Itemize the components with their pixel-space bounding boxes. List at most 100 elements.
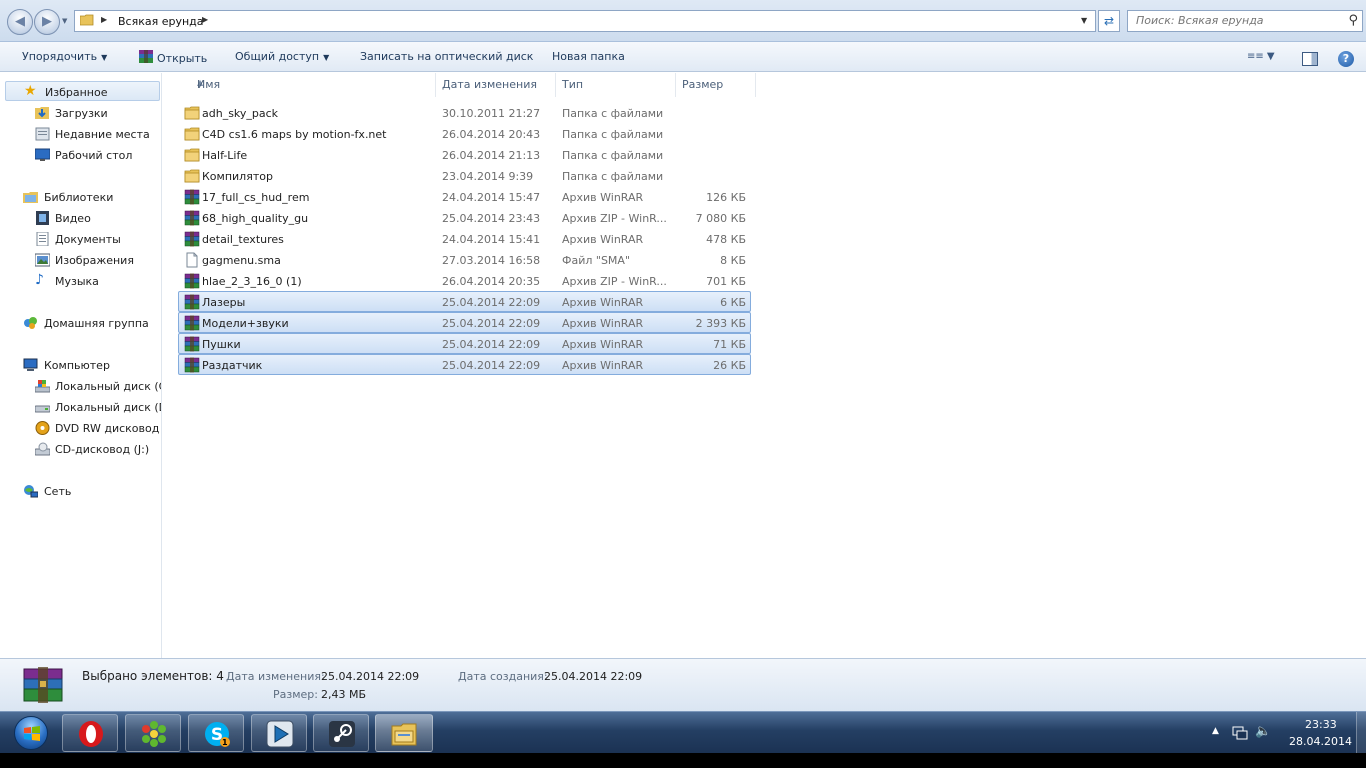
address-history-dropdown[interactable]: ▼ (1081, 16, 1087, 25)
skype-notification-badge: 1 (222, 738, 228, 747)
breadcrumb-current-folder[interactable]: Всякая ерунда (118, 15, 204, 28)
sidebar-item-computer[interactable]: Компьютер (5, 355, 161, 375)
file-row[interactable]: Half-Life 26.04.2014 21:13 Папка с файлами (178, 144, 751, 165)
file-date: 24.04.2014 15:41 (442, 233, 541, 246)
burn-button[interactable]: Записать на оптический диск (360, 50, 533, 63)
view-options-icon[interactable]: ≡≡ ▼ (1247, 51, 1281, 69)
taskbar-app-icq[interactable] (125, 714, 181, 752)
file-row[interactable]: hlae_2_3_16_0 (1) 26.04.2014 20:35 Архив Z… (178, 270, 751, 291)
winrar-icon (184, 357, 200, 373)
file-name: 68_high_quality_gu (202, 212, 309, 225)
taskbar-app-steam[interactable] (313, 714, 369, 752)
file-date: 25.04.2014 22:09 (442, 296, 541, 309)
column-header-type[interactable]: Тип (556, 73, 676, 97)
sidebar-item-video[interactable]: Видео (5, 208, 161, 228)
file-size: 7 080 КБ (695, 212, 746, 225)
file-row[interactable]: detail_textures 24.04.2014 15:41 Архив Win… (178, 228, 751, 249)
sidebar-item-disk-c[interactable]: Локальный диск (C (5, 376, 161, 396)
file-type: Архив ZIP - WinR... (562, 275, 667, 288)
sidebar-item-dvd[interactable]: DVD RW дисковод ( (5, 418, 161, 438)
sidebar-item-cd[interactable]: CD-дисковод (J:) (5, 439, 161, 459)
file-row[interactable]: Раздатчик 25.04.2014 22:09 Архив WinRAR 26 … (178, 354, 751, 375)
icq-icon (142, 721, 166, 747)
sidebar-item-disk-d[interactable]: Локальный диск (D (5, 397, 162, 417)
show-hidden-icons-icon[interactable]: ▲ (1212, 726, 1219, 736)
file-row[interactable]: C4D cs1.6 maps by motion-fx.net 26.04.201… (178, 123, 751, 144)
file-type: Архив ZIP - WinR... (562, 212, 667, 225)
sidebar-item-homegroup[interactable]: Домашняя группа (5, 313, 161, 333)
file-type: Архив WinRAR (562, 191, 644, 204)
winrar-icon (184, 189, 200, 205)
address-field[interactable]: ▶ Всякая ерунда ▶ (74, 10, 1096, 32)
sidebar-item-downloads[interactable]: Загрузки (5, 103, 161, 123)
clock-date[interactable]: 28.04.2014 (1289, 735, 1352, 748)
sidebar-item-music[interactable]: ♪ Музыка (5, 271, 161, 291)
file-row[interactable]: Лазеры 25.04.2014 22:09 Архив WinRAR 6 КБ (178, 291, 751, 312)
start-button[interactable] (4, 713, 56, 753)
file-name: gagmenu.sma (202, 254, 281, 267)
column-header-name[interactable]: ▲ Имя (191, 73, 436, 97)
steam-icon (329, 721, 355, 747)
sidebar-item-label: Сеть (44, 485, 72, 498)
file-row[interactable]: 17_full_cs_hud_rem 24.04.2014 15:47 Архив … (178, 186, 751, 207)
file-type: Папка с файлами (562, 128, 664, 141)
file-name: Пушки (202, 338, 241, 351)
organize-label: Упорядочить (22, 50, 98, 63)
winrar-icon (184, 315, 200, 331)
sidebar-item-network[interactable]: Сеть (5, 481, 161, 501)
column-header-date[interactable]: Дата изменения (436, 73, 556, 97)
recent-pages-dropdown[interactable]: ▼ (62, 17, 67, 25)
clock-time[interactable]: 23:33 (1305, 718, 1337, 731)
breadcrumb-separator[interactable]: ▶ (202, 15, 208, 24)
search-icon[interactable]: ⚲ (1348, 13, 1358, 28)
preview-pane-icon[interactable] (1302, 52, 1318, 66)
file-row[interactable]: Модели+звуки 25.04.2014 22:09 Архив WinRAR… (178, 312, 751, 333)
sidebar-item-label: Загрузки (55, 107, 108, 120)
taskbar-app-skype[interactable]: S 1 (188, 714, 244, 752)
file-date: 26.04.2014 20:35 (442, 275, 541, 288)
sidebar-item-libraries[interactable]: Библиотеки (5, 187, 161, 207)
file-row[interactable]: Компилятор 23.04.2014 9:39 Папка с файлами (178, 165, 751, 186)
refresh-button[interactable]: ⇄ (1098, 10, 1120, 32)
folder-icon (184, 127, 200, 141)
taskbar-app-opera[interactable] (62, 714, 118, 752)
file-row[interactable]: Пушки 25.04.2014 22:09 Архив WinRAR 71 КБ (178, 333, 751, 354)
details-pane: Выбрано элементов: 4 Дата изменения: 25.… (0, 658, 1366, 711)
volume-icon[interactable]: 🔈 (1255, 724, 1271, 739)
winrar-icon (184, 336, 200, 352)
file-row[interactable]: gagmenu.sma 27.03.2014 16:58 Файл "SMA" 8 К… (178, 249, 751, 270)
sidebar-item-recent[interactable]: Недавние места (5, 124, 161, 144)
new-folder-button[interactable]: Новая папка (552, 50, 625, 63)
file-row[interactable]: 68_high_quality_gu 25.04.2014 23:43 Архив … (178, 207, 751, 228)
screen-border (0, 753, 1366, 768)
taskbar-app-explorer[interactable] (375, 714, 433, 752)
file-row[interactable]: adh_sky_pack 30.10.2011 21:27 Папка с файл… (178, 102, 751, 123)
sidebar-item-pictures[interactable]: Изображения (5, 250, 161, 270)
breadcrumb-separator[interactable]: ▶ (101, 15, 107, 24)
column-header-size[interactable]: Размер (676, 73, 756, 97)
network-status-icon[interactable] (1232, 725, 1248, 741)
open-button[interactable]: Открыть (138, 50, 207, 65)
back-button[interactable]: ◀ (7, 9, 33, 35)
desktop-icon (35, 148, 50, 161)
file-type: Папка с файлами (562, 107, 664, 120)
pictures-icon (35, 253, 50, 267)
file-date: 25.04.2014 22:09 (442, 338, 541, 351)
sidebar-item-documents[interactable]: Документы (5, 229, 161, 249)
taskbar-app-media-player[interactable] (251, 714, 307, 752)
chevron-down-icon: ▼ (323, 53, 330, 62)
sidebar-item-label: Локальный диск (D (55, 401, 162, 414)
search-input[interactable] (1136, 14, 1336, 27)
star-icon: ★ (24, 83, 37, 99)
sidebar-item-desktop[interactable]: Рабочий стол (5, 145, 161, 165)
organize-menu[interactable]: Упорядочить ▼ (22, 50, 107, 63)
share-menu[interactable]: Общий доступ ▼ (235, 50, 329, 63)
search-box[interactable]: ⚲ (1127, 10, 1363, 32)
show-desktop-button[interactable] (1356, 712, 1366, 754)
sidebar-item-favorites[interactable]: ★ Избранное (5, 81, 160, 101)
forward-button[interactable]: ▶ (34, 9, 60, 35)
open-label: Открыть (157, 52, 208, 65)
help-icon[interactable]: ? (1338, 51, 1354, 67)
file-date: 27.03.2014 16:58 (442, 254, 541, 267)
file-name: C4D cs1.6 maps by motion-fx.net (202, 128, 387, 141)
